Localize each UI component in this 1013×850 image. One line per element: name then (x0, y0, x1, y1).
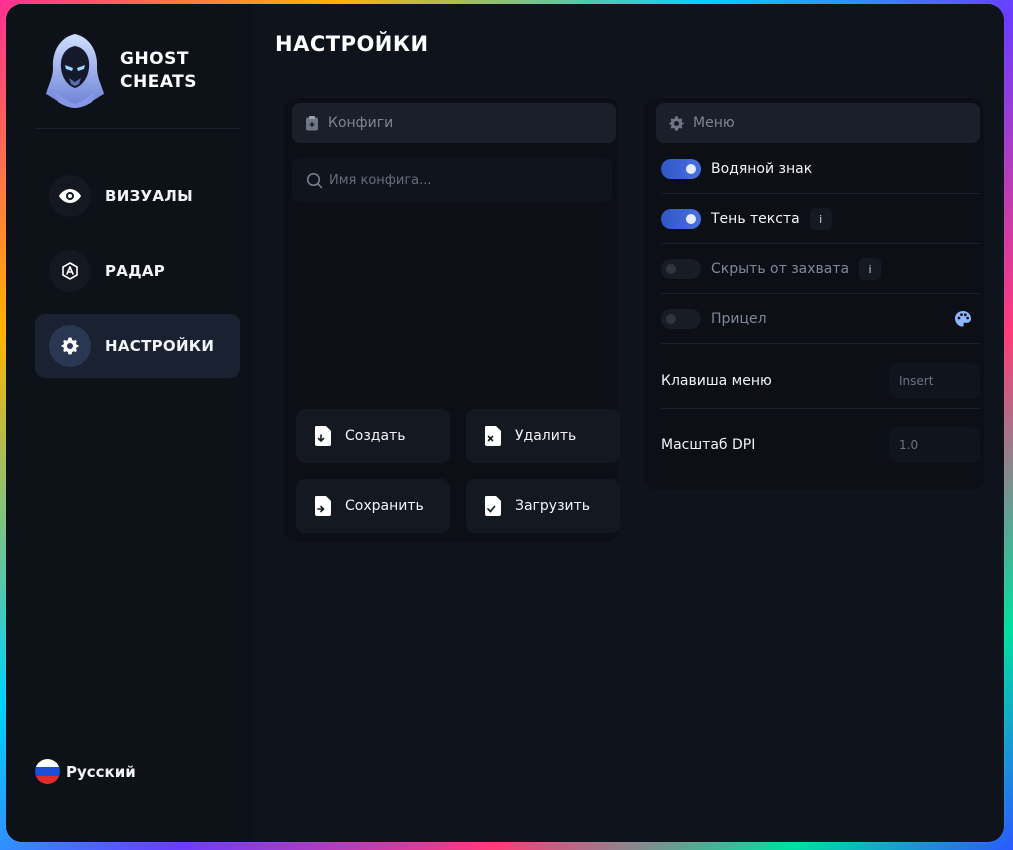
sidebar-item-visuals[interactable]: ВИЗУАЛЫ (35, 164, 240, 228)
eye-icon (59, 189, 81, 203)
hide-capture-toggle[interactable] (661, 259, 701, 279)
hide-capture-row: Скрыть от захвата i (661, 258, 980, 280)
delete-label: Удалить (515, 428, 577, 444)
dpi-input[interactable]: 1.0 (889, 427, 980, 463)
brand-divider (36, 128, 240, 129)
menu-key-label: Клавиша меню (661, 373, 772, 389)
info-icon[interactable]: i (859, 258, 882, 280)
toggle-knob (686, 164, 696, 174)
crosshair-row: Прицел (661, 308, 980, 330)
menu-key-input[interactable]: Insert (889, 363, 980, 399)
row-divider (661, 243, 980, 244)
sidebar-item-settings[interactable]: НАСТРОЙКИ (35, 314, 240, 378)
russia-flag-icon (35, 759, 60, 784)
nav-icon-wrap (49, 175, 91, 217)
text-shadow-row: Тень текста i (661, 208, 980, 230)
save-label: Сохранить (345, 498, 424, 514)
config-name-input[interactable] (329, 172, 599, 188)
brand: GHOST CHEATS (44, 32, 197, 110)
menu-header: Меню (656, 103, 980, 143)
radar-icon (62, 262, 78, 280)
sidebar-item-label: НАСТРОЙКИ (105, 337, 215, 355)
text-shadow-toggle[interactable] (661, 209, 701, 229)
row-divider (661, 293, 980, 294)
file-delete-icon (485, 426, 501, 446)
menu-panel: Меню Водяной знак Тень текста i Скрыть о… (644, 98, 984, 490)
sidebar-item-label: ВИЗУАЛЫ (105, 187, 193, 205)
row-divider (661, 408, 980, 409)
ghost-logo-icon (46, 34, 104, 108)
page-title: НАСТРОЙКИ (275, 32, 429, 56)
file-export-icon (315, 496, 331, 516)
dpi-label: Масштаб DPI (661, 437, 756, 453)
search-icon (306, 172, 323, 188)
configs-header: Конфиги (292, 103, 616, 143)
row-divider (661, 343, 980, 344)
toggle-knob (666, 314, 676, 324)
delete-config-button[interactable]: Удалить (466, 409, 620, 463)
nav-icon-wrap (49, 250, 91, 292)
dpi-row: Масштаб DPI 1.0 (661, 427, 980, 463)
menu-key-row: Клавиша меню Insert (661, 363, 980, 399)
file-check-icon (485, 496, 501, 516)
configs-header-label: Конфиги (328, 115, 394, 131)
sidebar: GHOST CHEATS ВИЗУАЛЫ РАДАР НАСТРОЙКИ Рус… (6, 4, 254, 842)
configs-panel: Конфиги Создать Удалить (284, 98, 620, 542)
brand-line-2: CHEATS (120, 72, 197, 92)
watermark-label: Водяной знак (711, 161, 813, 177)
file-download-icon (315, 426, 331, 446)
watermark-toggle[interactable] (661, 159, 701, 179)
info-icon[interactable]: i (809, 208, 832, 230)
sidebar-item-label: РАДАР (105, 262, 166, 280)
sidebar-nav: ВИЗУАЛЫ РАДАР НАСТРОЙКИ (35, 164, 240, 389)
gear-icon (61, 337, 79, 355)
brand-name: GHOST CHEATS (120, 48, 197, 94)
crosshair-label: Прицел (711, 311, 767, 327)
clipboard-icon (306, 116, 318, 131)
gear-icon (669, 115, 684, 131)
text-shadow-label: Тень текста (711, 211, 800, 227)
nav-icon-wrap (49, 325, 91, 367)
save-config-button[interactable]: Сохранить (296, 479, 450, 533)
hide-capture-label: Скрыть от захвата (711, 261, 850, 277)
toggle-knob (686, 214, 696, 224)
crosshair-toggle[interactable] (661, 309, 701, 329)
language-selector[interactable]: Русский (35, 759, 136, 784)
row-divider (661, 193, 980, 194)
create-config-button[interactable]: Создать (296, 409, 450, 463)
load-label: Загрузить (515, 498, 591, 514)
menu-header-label: Меню (693, 115, 735, 131)
toggle-knob (666, 264, 676, 274)
create-label: Создать (345, 428, 406, 444)
watermark-row: Водяной знак (661, 158, 980, 180)
config-search (292, 158, 612, 202)
palette-icon[interactable] (954, 310, 972, 328)
brand-line-1: GHOST (120, 49, 189, 69)
load-config-button[interactable]: Загрузить (466, 479, 620, 533)
language-label: Русский (66, 762, 136, 781)
app-window: GHOST CHEATS ВИЗУАЛЫ РАДАР НАСТРОЙКИ Рус… (6, 4, 1004, 842)
sidebar-item-radar[interactable]: РАДАР (35, 239, 240, 303)
